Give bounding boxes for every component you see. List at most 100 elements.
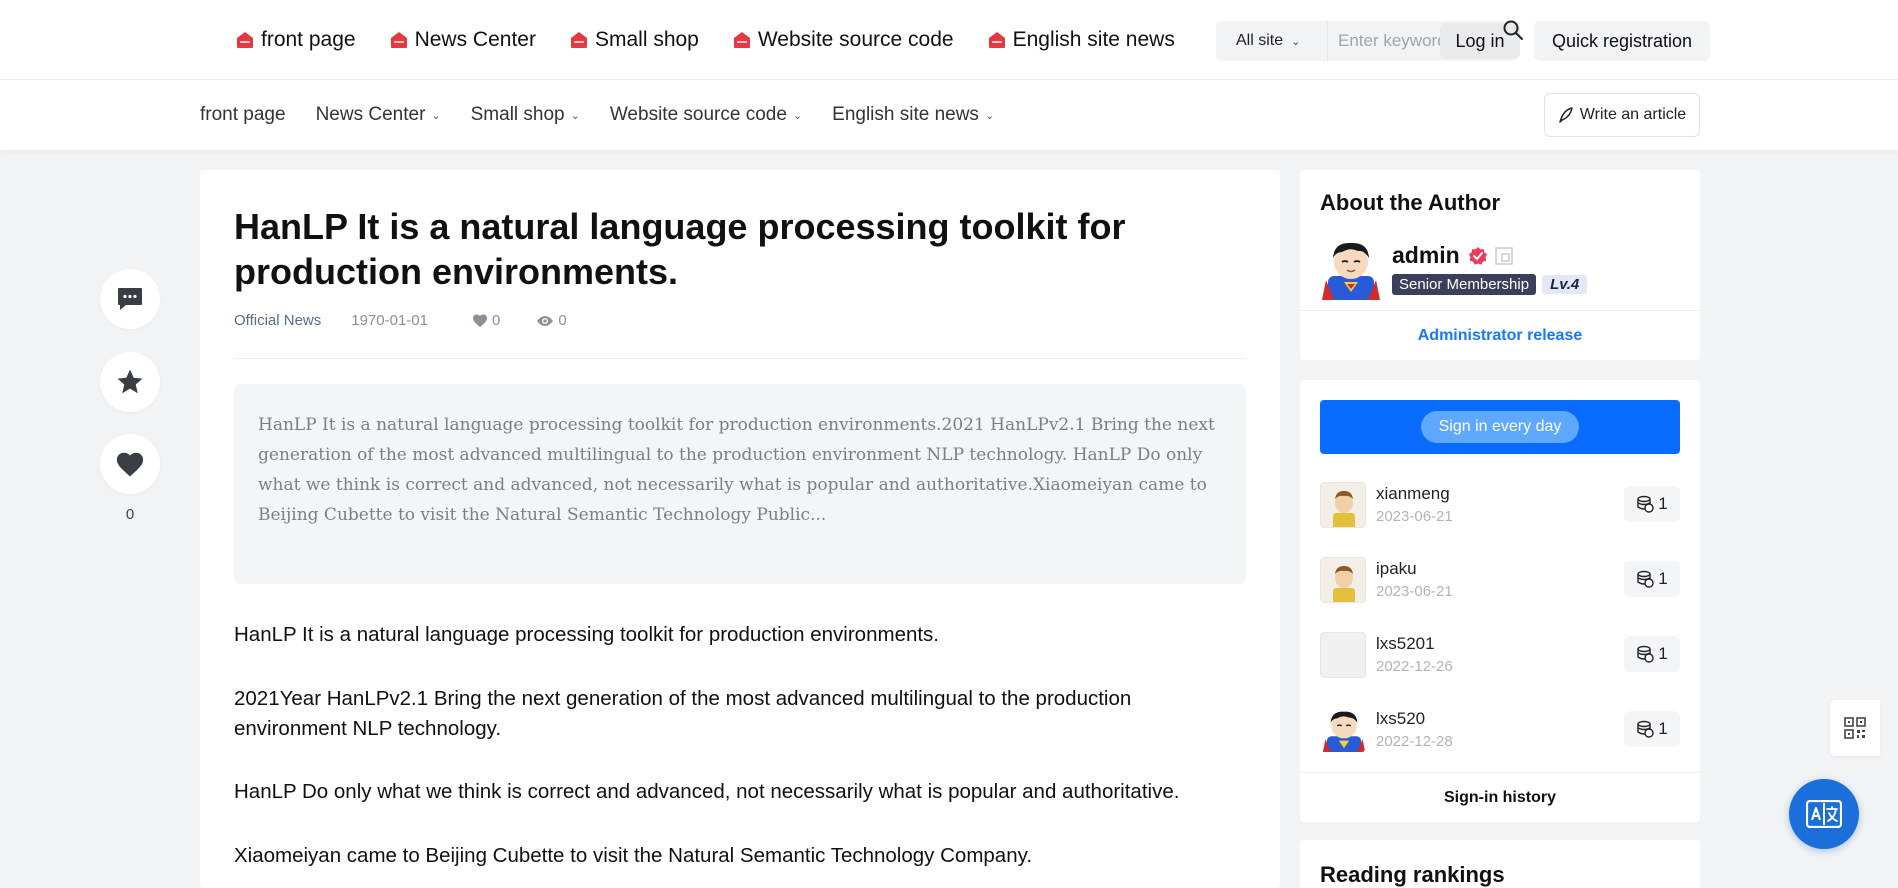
article-paragraph: Xiaomeiyan came to Beijing Cubette to vi… xyxy=(234,844,1033,867)
author-name[interactable]: admin xyxy=(1392,242,1460,269)
comment-icon xyxy=(118,288,142,310)
likes-count: 0 xyxy=(491,312,501,329)
user-avatar-icon xyxy=(1321,558,1365,602)
coins-icon xyxy=(1637,645,1654,663)
article-likes: 0 xyxy=(472,312,500,329)
translate-button[interactable] xyxy=(1789,779,1859,849)
copy-icon[interactable] xyxy=(1494,246,1514,266)
heart-icon xyxy=(116,452,144,477)
coin-badge: 1 xyxy=(1624,711,1680,747)
subnav-label: News Center xyxy=(315,104,426,125)
heart-icon xyxy=(472,314,487,328)
house-icon xyxy=(390,32,407,48)
coin-count: 1 xyxy=(1658,569,1668,588)
rankings-title: Reading rankings xyxy=(1320,862,1505,887)
search-icon[interactable] xyxy=(1502,19,1524,41)
topnav-item-small-shop[interactable]: Small shop xyxy=(570,28,699,52)
user-avatar xyxy=(1320,707,1366,753)
subnav-label: English site news xyxy=(832,104,979,125)
coin-badge: 1 xyxy=(1624,636,1680,672)
favorite-button[interactable] xyxy=(100,352,160,412)
signin-list-item[interactable]: xianmeng 2023-06-21 1 xyxy=(1320,480,1680,530)
subnav-label: Website source code xyxy=(609,104,787,125)
signer-name: lxs520 xyxy=(1376,709,1426,728)
topnav-item-front-page[interactable]: front page xyxy=(236,28,356,52)
topnav-label: front page xyxy=(261,28,356,51)
signin-history-link[interactable]: Sign-in history xyxy=(1300,772,1700,822)
user-avatar-icon xyxy=(1321,483,1365,527)
sign-in-every-day-button[interactable]: Sign in every day xyxy=(1420,411,1580,443)
translate-icon xyxy=(1806,800,1842,828)
topnav-item-english-site-news[interactable]: English site news xyxy=(988,28,1175,52)
author-card-title: About the Author xyxy=(1320,190,1501,215)
quick-registration-button[interactable]: Quick registration xyxy=(1534,21,1710,61)
coin-count: 1 xyxy=(1658,719,1668,738)
comment-button[interactable] xyxy=(100,269,160,329)
signer-name: lxs5201 xyxy=(1376,634,1435,653)
chevron-down-icon: ⌄ xyxy=(792,109,803,122)
qr-code-button[interactable] xyxy=(1830,700,1880,756)
top-bar: front page News Center Small shop Websit… xyxy=(0,0,1898,80)
signin-list-item[interactable]: lxs5201 2022-12-26 1 xyxy=(1320,630,1680,680)
write-article-button[interactable]: Write an article xyxy=(1544,93,1700,137)
article-meta: Official News 1970-01-01 0 0 xyxy=(234,312,603,329)
topnav-label: News Center xyxy=(414,28,536,51)
chevron-down-icon: ⌄ xyxy=(1291,35,1301,48)
views-count: 0 xyxy=(558,312,567,329)
subnav-item-website-source-code[interactable]: Website source code ⌄ xyxy=(610,104,802,126)
search-input[interactable] xyxy=(1328,21,1458,61)
membership-badge: Senior Membership xyxy=(1392,274,1537,295)
coin-count: 1 xyxy=(1658,494,1668,513)
administrator-release-link[interactable]: Administrator release xyxy=(1300,310,1700,360)
like-button[interactable] xyxy=(100,434,160,494)
chevron-down-icon: ⌄ xyxy=(570,109,580,122)
topnav-label: English site news xyxy=(1012,28,1175,51)
star-icon xyxy=(117,369,143,394)
article-views: 0 xyxy=(536,312,567,329)
signer-date: 2023-06-21 xyxy=(1376,583,1453,600)
article-summary: HanLP It is a natural language processin… xyxy=(234,384,1246,584)
article-category-link[interactable]: Official News xyxy=(234,312,321,329)
article-paragraph: 2021Year HanLPv2.1 Bring the next genera… xyxy=(234,687,1132,740)
superman-avatar-icon xyxy=(1322,242,1380,300)
signer-date: 2022-12-28 xyxy=(1376,733,1453,750)
subnav-label: Small shop xyxy=(470,104,565,125)
subnav-item-small-shop[interactable]: Small shop ⌄ xyxy=(471,104,580,126)
search-scope-label: All site xyxy=(1236,32,1284,49)
superman-avatar-icon xyxy=(1322,711,1365,752)
signin-list-item[interactable]: ipaku 2023-06-21 1 xyxy=(1320,555,1680,605)
signer-date: 2023-06-21 xyxy=(1376,508,1453,525)
qr-code-icon xyxy=(1844,717,1866,739)
user-avatar xyxy=(1320,482,1366,528)
user-avatar xyxy=(1320,632,1366,678)
topnav-item-news-center[interactable]: News Center xyxy=(390,28,536,52)
search-scope-select[interactable]: All site ⌄ xyxy=(1216,21,1328,61)
subnav-item-english-site-news[interactable]: English site news ⌄ xyxy=(832,104,994,126)
author-avatar[interactable] xyxy=(1320,238,1382,300)
eye-icon xyxy=(537,315,554,326)
signer-name: xianmeng xyxy=(1376,484,1450,503)
secondary-nav: front page News Center ⌄ Small shop ⌄ We… xyxy=(200,80,1024,150)
top-nav: front page News Center Small shop Websit… xyxy=(236,0,1209,80)
subnav-item-news-center[interactable]: News Center ⌄ xyxy=(316,104,441,126)
author-card: About the Author admin Senior Membership… xyxy=(1300,170,1700,360)
article-paragraph: HanLP Do only what we think is correct a… xyxy=(234,780,1180,803)
coin-badge: 1 xyxy=(1624,486,1680,522)
house-icon xyxy=(988,32,1005,48)
coins-icon xyxy=(1637,570,1654,588)
coins-icon xyxy=(1637,720,1654,738)
author-name-row: admin xyxy=(1392,242,1514,269)
subnav-item-front-page[interactable]: front page xyxy=(200,104,286,126)
signin-list-item[interactable]: lxs520 2022-12-28 1 xyxy=(1320,705,1680,755)
article-card: HanLP It is a natural language processin… xyxy=(200,170,1280,888)
house-icon xyxy=(237,32,253,48)
topnav-label: Small shop xyxy=(594,28,699,51)
article-paragraph: HanLP It is a natural language processin… xyxy=(234,623,940,646)
house-icon xyxy=(733,32,750,48)
level-badge: Lv.4 xyxy=(1542,275,1588,294)
topnav-item-website-source-code[interactable]: Website source code xyxy=(733,28,954,52)
rankings-card: Reading rankings xyxy=(1300,840,1700,888)
coin-badge: 1 xyxy=(1624,561,1680,597)
write-article-label: Write an article xyxy=(1579,106,1687,123)
secondary-nav-bar: front page News Center ⌄ Small shop ⌄ We… xyxy=(0,80,1898,150)
